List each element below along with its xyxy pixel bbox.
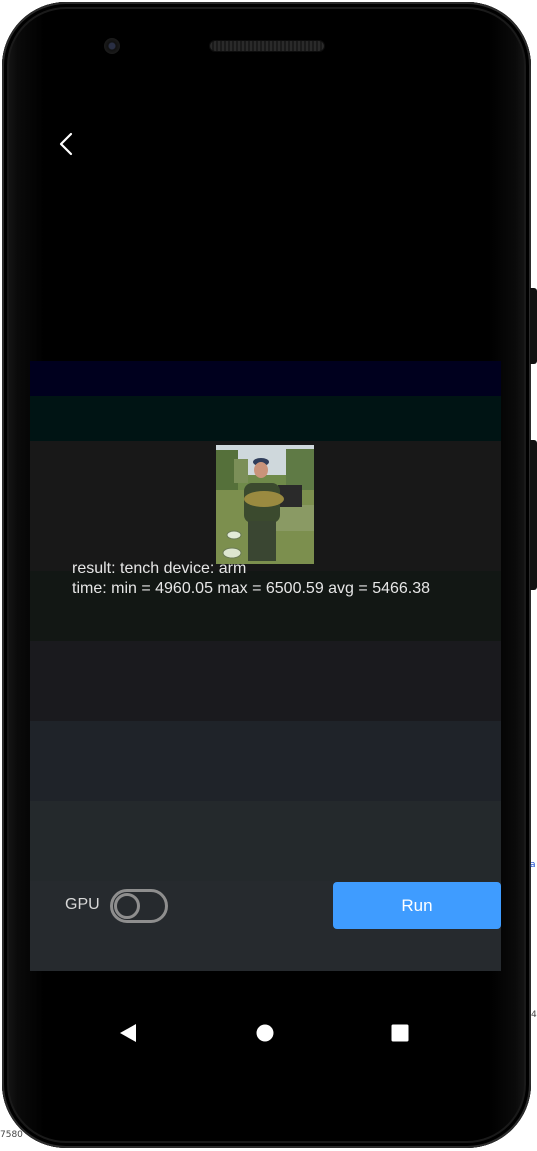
run-button[interactable]: Run (333, 882, 501, 929)
toggle-knob (114, 893, 140, 919)
edge-text: a (530, 860, 536, 870)
edge-text: 7580 (0, 1130, 23, 1140)
input-photo (216, 445, 314, 564)
home-circle-icon[interactable] (253, 1021, 277, 1045)
result-label: result: tench device: arm (72, 560, 247, 577)
earpiece-speaker (210, 41, 324, 51)
back-arrow-icon[interactable] (52, 128, 80, 160)
gpu-label: GPU (65, 896, 100, 913)
volume-button (530, 288, 537, 364)
power-button (530, 440, 537, 590)
device-frame: result: tench device: arm time: min = 49… (0, 0, 537, 1151)
recents-square-icon[interactable] (388, 1021, 412, 1045)
back-triangle-icon[interactable] (116, 1021, 140, 1045)
front-camera (104, 38, 120, 54)
timing-label: time: min = 4960.05 max = 6500.59 avg = … (72, 580, 431, 597)
app-content: result: tench device: arm time: min = 49… (30, 361, 501, 971)
edge-text: 4 (531, 1010, 537, 1020)
gpu-toggle[interactable] (110, 889, 168, 923)
